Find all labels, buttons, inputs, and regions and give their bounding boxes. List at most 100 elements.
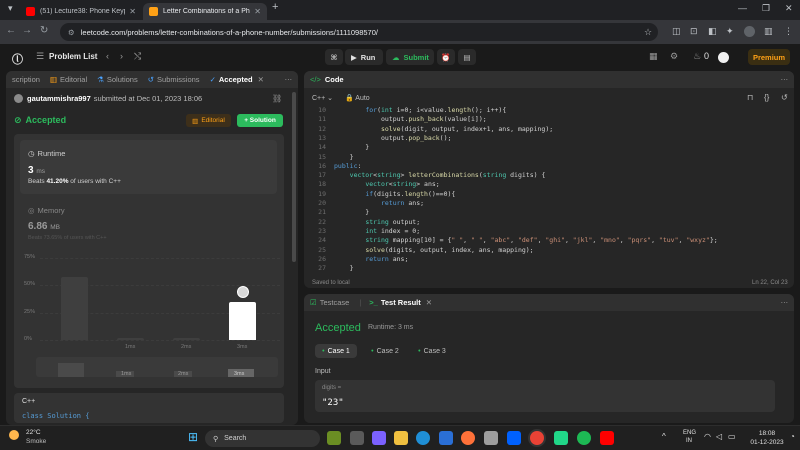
run-button[interactable]: ▶ Run	[345, 49, 383, 65]
tab-submissions[interactable]: ↺ Submissions	[148, 75, 200, 84]
file-explorer-icon[interactable]	[394, 431, 408, 445]
tab-test-result[interactable]: >_ Test Result ✕	[369, 298, 432, 307]
weather-temp[interactable]: 22°C	[26, 429, 41, 436]
new-tab-icon[interactable]: +	[272, 1, 278, 13]
profile-avatar[interactable]	[744, 26, 755, 37]
side-panel-icon[interactable]: ▥	[764, 26, 773, 37]
memory-header[interactable]: ◎ Memory	[28, 206, 65, 215]
task-view-icon[interactable]	[350, 431, 364, 445]
panel-more-icon[interactable]: ⋯	[781, 298, 789, 307]
code-line[interactable]: 25 solve(digits, output, index, ans, map…	[306, 246, 790, 255]
jetbrains-icon[interactable]	[554, 431, 568, 445]
code-line[interactable]: 23 int index = 0;	[306, 227, 790, 236]
input-language[interactable]: ENG	[683, 430, 696, 436]
browser-tab-leetcode[interactable]: Letter Combinations of a Phone ✕	[143, 3, 267, 20]
firefox-icon[interactable]	[461, 431, 475, 445]
chrome-icon[interactable]	[530, 431, 544, 445]
code-line[interactable]: 14 }	[306, 143, 790, 152]
problem-list-link[interactable]: Problem List	[49, 52, 97, 61]
extensions-puzzle-icon[interactable]: ✦	[726, 26, 734, 37]
tab-description[interactable]: scription	[12, 75, 40, 84]
tab-search-icon[interactable]: ▾	[8, 3, 13, 14]
close-icon[interactable]: ✕	[129, 7, 136, 16]
tab-testcase[interactable]: ☑ Testcase	[310, 298, 349, 307]
youtube-app-icon[interactable]	[600, 431, 614, 445]
menu-kebab-icon[interactable]: ⋮	[784, 26, 793, 37]
settings-gear-icon[interactable]: ⚙	[670, 51, 678, 62]
maximize-icon[interactable]: ❐	[762, 3, 770, 14]
code-line[interactable]: 26 return ans;	[306, 255, 790, 264]
dropbox-icon[interactable]	[507, 431, 521, 445]
windows-start-icon[interactable]: ⊞	[188, 431, 198, 443]
notifications-bell-icon[interactable]: ◔	[790, 432, 795, 441]
premium-button[interactable]: Premium	[748, 49, 790, 65]
forward-icon[interactable]: →	[22, 25, 32, 36]
store-icon[interactable]	[439, 431, 453, 445]
bookmark-star-icon[interactable]: ☆	[644, 27, 652, 38]
spotify-icon[interactable]	[577, 431, 591, 445]
panel-more-icon[interactable]: ⋯	[285, 75, 293, 84]
reload-icon[interactable]: ↻	[40, 25, 48, 36]
extension-icon[interactable]: ⊡	[690, 26, 698, 37]
code-line[interactable]: 18 vector<string> ans;	[306, 180, 790, 189]
tab-accepted[interactable]: ✓ Accepted ✕	[210, 75, 264, 84]
next-problem-icon[interactable]: ›	[120, 51, 123, 61]
code-line[interactable]: 21 }	[306, 208, 790, 217]
case-3-tab[interactable]: • Case 3	[411, 344, 453, 358]
wifi-icon[interactable]: ◠	[704, 432, 711, 441]
chart-bar[interactable]	[61, 276, 88, 340]
editorial-button[interactable]: ▥ Editorial	[186, 114, 231, 127]
close-icon[interactable]: ✕	[426, 298, 432, 307]
chart-bar[interactable]	[229, 301, 256, 340]
taskbar-search-box[interactable]: ⚲ Search	[205, 430, 320, 447]
code-line[interactable]: 22 string output;	[306, 218, 790, 227]
tab-solutions[interactable]: ⚗ Solutions	[97, 75, 138, 84]
teams-icon[interactable]	[372, 431, 386, 445]
code-line[interactable]: 20 return ans;	[306, 199, 790, 208]
share-link-icon[interactable]: ⛓	[272, 94, 282, 103]
chart-bar[interactable]	[173, 337, 200, 340]
app-icon[interactable]	[484, 431, 498, 445]
code-line[interactable]: 17 vector<string> letterCombinations(str…	[306, 171, 790, 180]
close-icon[interactable]: ✕	[258, 75, 264, 84]
leetcode-logo-icon[interactable]: ⓛ	[12, 51, 23, 66]
show-hidden-icons-icon[interactable]: ^	[662, 432, 666, 441]
code-line[interactable]: 12 solve(digit, output, index+1, ans, ma…	[306, 125, 790, 134]
battery-icon[interactable]: ▭	[728, 432, 736, 441]
extension-icon[interactable]: ◧	[708, 26, 717, 37]
code-line[interactable]: 10 for(int i=0; i<value.length(); i++){	[306, 106, 790, 115]
code-editor[interactable]: 10 for(int i=0; i<value.length(); i++){ 1…	[306, 106, 790, 276]
user-avatar[interactable]	[718, 52, 729, 63]
username-link[interactable]: gautammishra997	[27, 94, 91, 103]
debug-button[interactable]: ⌘	[325, 49, 343, 65]
code-line[interactable]: 27 }	[306, 264, 790, 273]
code-line[interactable]: 13 output.pop_back();	[306, 134, 790, 143]
back-icon[interactable]: ←	[6, 25, 16, 36]
reset-code-icon[interactable]: ↺	[781, 93, 788, 102]
browser-tab-youtube[interactable]: (51) Lecture38: Phone Keypad P ✕	[20, 3, 142, 20]
clock-time[interactable]: 18:08	[751, 430, 783, 437]
code-line[interactable]: 19 if(digits.length()==0){	[306, 190, 790, 199]
site-info-icon[interactable]: ⚙	[68, 28, 75, 37]
timer-button[interactable]: ⏰	[437, 49, 455, 65]
auto-mode-toggle[interactable]: 🔒 Auto	[345, 94, 370, 102]
code-line[interactable]: 16 public:	[306, 162, 790, 171]
shuffle-icon[interactable]: ⤭	[134, 51, 141, 62]
left-panel-scrollbar[interactable]	[292, 92, 296, 262]
streak-flame-icon[interactable]: ♨	[693, 51, 701, 62]
case-2-tab[interactable]: • Case 2	[364, 344, 406, 358]
chart-bar[interactable]	[117, 337, 144, 340]
close-icon[interactable]: ✕	[254, 7, 261, 16]
case-1-tab[interactable]: • Case 1	[315, 344, 357, 358]
tab-editorial[interactable]: ▥ Editorial	[50, 75, 87, 84]
volume-icon[interactable]: ◁	[716, 432, 722, 441]
language-select[interactable]: C++ ⌄	[312, 94, 333, 102]
address-bar[interactable]: ⚙ leetcode.com/problems/letter-combinati…	[60, 23, 658, 41]
submit-button[interactable]: ☁ Submit	[386, 49, 434, 65]
prev-problem-icon[interactable]: ‹	[106, 51, 109, 61]
extension-icon[interactable]: ◫	[672, 26, 681, 37]
minimize-icon[interactable]: —	[738, 3, 747, 13]
post-solution-button[interactable]: + Solution	[237, 114, 283, 127]
code-line[interactable]: 24 string mapping[10] = {" ", " ", "abc"…	[306, 236, 790, 245]
format-braces-icon[interactable]: {}	[764, 93, 769, 102]
